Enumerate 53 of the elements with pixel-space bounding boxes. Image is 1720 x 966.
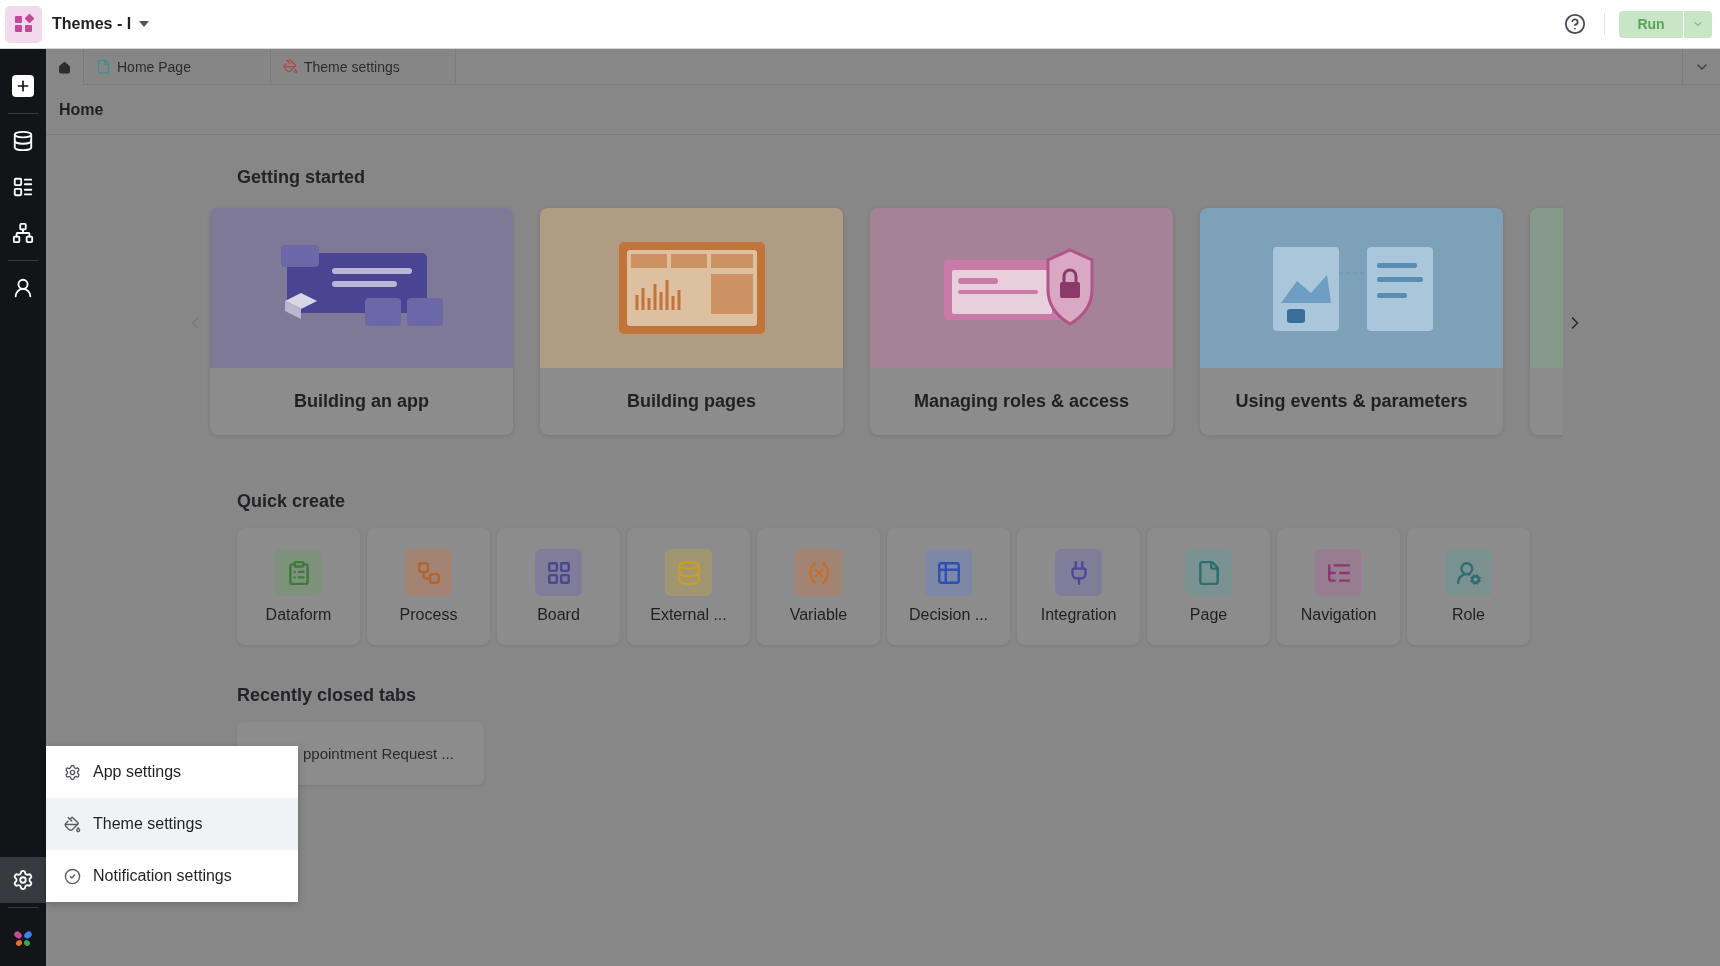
quick-create-button[interactable]: Board	[497, 528, 620, 645]
menu-item[interactable]: App settings	[46, 746, 298, 798]
user-icon	[12, 277, 34, 299]
card-title: Using events & parameters	[1234, 390, 1469, 413]
quick-create-button[interactable]: External ...	[627, 528, 750, 645]
plug-icon	[1055, 549, 1102, 596]
quick-create-button[interactable]: Integration	[1017, 528, 1140, 645]
page-title: Home	[59, 100, 104, 119]
card-title: Building an app	[293, 390, 430, 413]
section-title: Quick create	[237, 491, 347, 512]
quick-create-button[interactable]: Page	[1147, 528, 1270, 645]
menu-item[interactable]: Notification settings	[46, 850, 298, 902]
quick-create-button[interactable]: Dataform	[237, 528, 360, 645]
user-gear-icon	[1445, 549, 1492, 596]
tutorial-card[interactable]: Managing roles & access	[870, 208, 1173, 435]
tree-icon	[1315, 549, 1362, 596]
settings-icon	[64, 763, 81, 781]
home-icon	[58, 59, 71, 76]
quick-create-button[interactable]: Decision ...	[887, 528, 1010, 645]
settings-icon	[12, 869, 34, 891]
table-icon	[925, 549, 972, 596]
workflow-icon	[405, 549, 452, 596]
plus-icon	[12, 75, 34, 97]
menu-item[interactable]: Theme settings	[46, 798, 298, 850]
file-icon	[96, 59, 111, 74]
app-title: Themes - I	[52, 15, 132, 33]
check-circle-icon	[64, 867, 81, 885]
paint-bucket-icon	[283, 59, 298, 74]
list-icon	[12, 176, 34, 198]
quick-create-button[interactable]: Variable	[757, 528, 880, 645]
settings-nav-button[interactable]	[0, 857, 46, 903]
variable-icon	[795, 549, 842, 596]
database-icon	[12, 130, 34, 152]
database-icon	[665, 549, 712, 596]
section-title: Recently closed tabs	[237, 685, 418, 706]
section-title: Getting started	[237, 167, 366, 188]
tutorial-card[interactable]: Building pages	[540, 208, 843, 435]
card-title: Managing roles & access	[912, 390, 1131, 413]
paint-bucket-icon	[64, 815, 81, 833]
help-button[interactable]	[1564, 13, 1586, 35]
home-tab[interactable]	[46, 49, 84, 86]
quick-create-button[interactable]: Process	[367, 528, 490, 645]
card-title: Building pages	[626, 390, 757, 413]
quick-create-button[interactable]: Navigation	[1277, 528, 1400, 645]
tutorial-card[interactable]: Using events & parameters	[1200, 208, 1503, 435]
clipboard-icon	[275, 549, 322, 596]
hierarchy-icon	[12, 222, 34, 244]
file-icon	[1185, 549, 1232, 596]
grid-icon	[535, 549, 582, 596]
app-logo[interactable]	[5, 5, 42, 43]
caret-icon[interactable]	[139, 21, 150, 27]
tutorial-card[interactable]: Building an app	[210, 208, 513, 435]
quick-create-button[interactable]: Role	[1407, 528, 1530, 645]
